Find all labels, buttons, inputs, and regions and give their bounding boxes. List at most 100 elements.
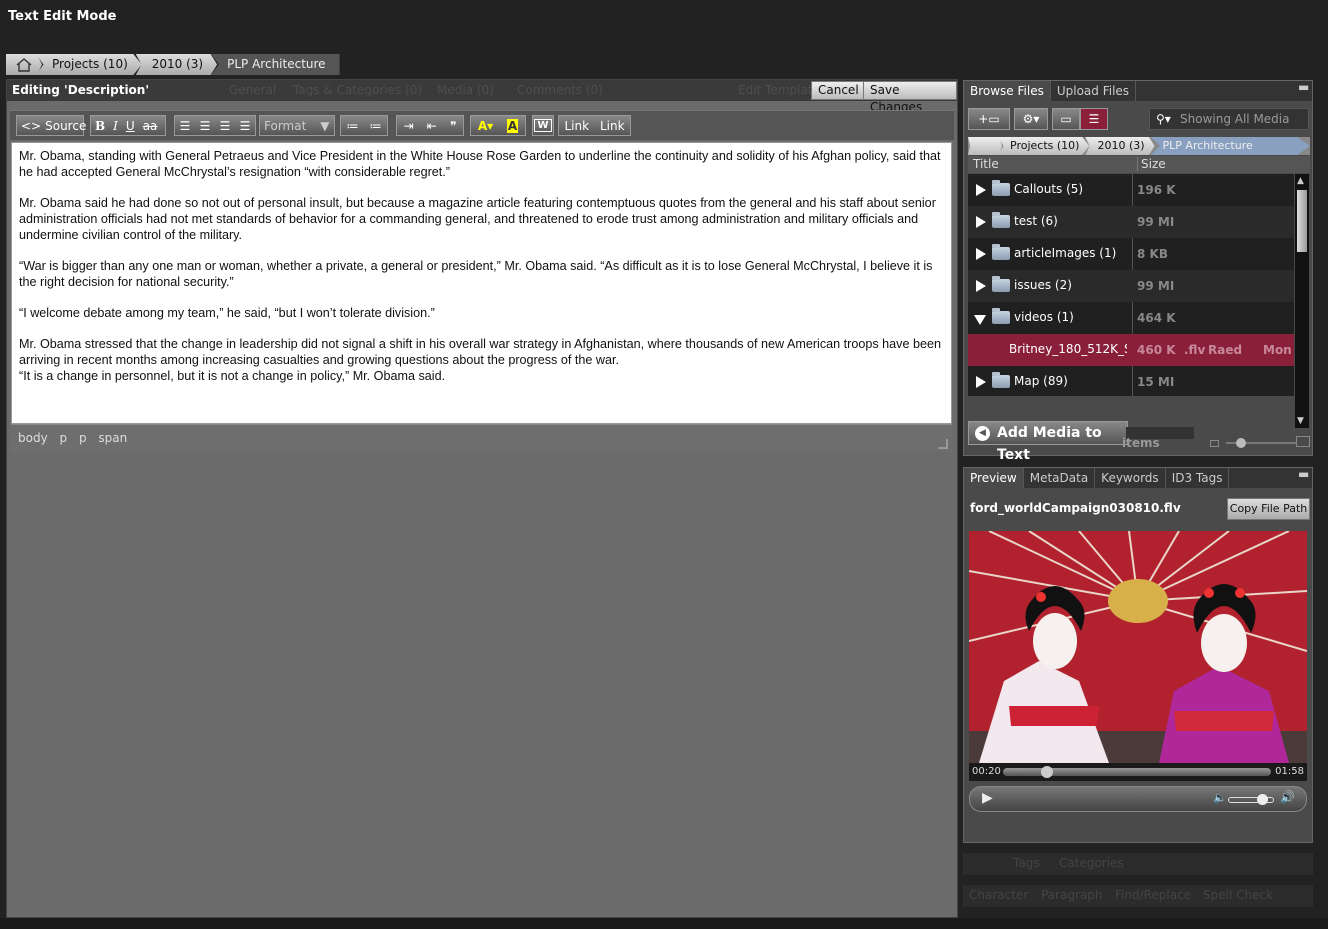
paste-from-word-icon[interactable]: W [532, 115, 554, 136]
tab-spell-check[interactable]: Spell Check [1203, 888, 1273, 902]
expand-icon[interactable] [976, 248, 986, 260]
breadcrumb-projects[interactable]: Projects (10) [36, 54, 142, 75]
tab-find-replace[interactable]: Find/Replace [1115, 888, 1191, 902]
breadcrumb-plp-architecture[interactable]: PLP Architecture [211, 54, 340, 75]
tab-tags[interactable]: Tags [1013, 856, 1040, 870]
small-thumb-icon [1210, 440, 1219, 447]
indent-icon[interactable]: ⇥ [404, 119, 414, 133]
tab-character[interactable]: Character [969, 888, 1028, 902]
app-title: Text Edit Mode [8, 9, 117, 24]
file-row-map[interactable]: Map (89) 15 MI [968, 366, 1294, 396]
expand-icon[interactable] [976, 216, 986, 228]
tab-keywords[interactable]: Keywords [1095, 468, 1166, 488]
tab-tags-categories[interactable]: Tags & Categories (0) [293, 83, 422, 97]
progress-track[interactable] [1003, 766, 1271, 778]
highlight-color-icon[interactable]: A [506, 118, 519, 133]
folder-home-icon[interactable] [968, 137, 1002, 155]
format-dropdown[interactable]: Format ▼ [259, 115, 335, 136]
tab-metadata[interactable]: MetaData [1024, 468, 1096, 488]
numbered-list-icon[interactable]: ≔ [370, 119, 382, 133]
breadcrumb-2010[interactable]: 2010 (3) [135, 54, 218, 75]
file-row-articleimages[interactable]: articleImages (1) 8 KB [968, 238, 1294, 270]
search-placeholder: Showing All Media [1180, 112, 1290, 126]
column-size[interactable]: Size [1137, 157, 1166, 171]
path-p[interactable]: p [79, 431, 87, 445]
align-justify-icon[interactable]: ☰ [240, 119, 251, 133]
tab-general[interactable]: General [229, 83, 276, 97]
italic-button[interactable]: I [109, 119, 122, 133]
resize-handle[interactable] [938, 439, 948, 449]
volume-knob[interactable] [1257, 794, 1268, 805]
file-crumb-2010[interactable]: 2010 (3) [1085, 137, 1155, 155]
file-row-videos[interactable]: videos (1) 464 K [968, 302, 1294, 334]
volume-slider[interactable] [1228, 794, 1274, 805]
source-button[interactable]: <> Source [16, 115, 86, 136]
tab-preview[interactable]: Preview [964, 468, 1024, 488]
edit-template-button[interactable]: Edit Template [738, 83, 820, 97]
link-button[interactable]: Link [564, 119, 589, 133]
tab-upload-files[interactable]: Upload Files [1051, 81, 1137, 101]
volume-high-icon[interactable]: 🔊 [1280, 790, 1295, 804]
align-center-icon[interactable]: ☰ [200, 119, 211, 133]
unlink-button[interactable]: Link [600, 119, 625, 133]
time-current: 00:20 [972, 766, 1001, 777]
blockquote-icon[interactable]: ❞ [450, 119, 456, 133]
tab-media[interactable]: Media (0) [437, 83, 494, 97]
underline-button[interactable]: U [122, 119, 139, 133]
file-crumb-plp-architecture[interactable]: PLP Architecture [1150, 137, 1310, 155]
align-left-icon[interactable]: ☰ [180, 119, 191, 133]
save-changes-button[interactable]: Save Changes [863, 81, 957, 114]
tab-categories[interactable]: Categories [1059, 856, 1124, 870]
tab-comments[interactable]: Comments (0) [517, 83, 603, 97]
align-right-icon[interactable]: ☰ [220, 119, 231, 133]
column-title[interactable]: Title [973, 157, 999, 171]
thumbnail-view-icon[interactable]: ▭ [1052, 108, 1080, 130]
minimize-icon[interactable]: ▬ [1298, 468, 1312, 488]
text-color-icon[interactable]: A▾ [478, 119, 493, 133]
expand-icon[interactable] [976, 376, 986, 388]
expand-icon[interactable] [976, 280, 986, 292]
play-icon[interactable]: ▶ [982, 790, 993, 806]
folder-icon [992, 276, 1010, 292]
minimize-icon[interactable]: ▬ [1298, 81, 1312, 101]
video-timeline: 00:20 01:58 [969, 763, 1307, 781]
file-row-issues[interactable]: issues (2) 99 MI [968, 270, 1294, 302]
expand-icon[interactable] [976, 184, 986, 196]
tab-browse-files[interactable]: Browse Files [964, 81, 1051, 101]
cancel-button[interactable]: Cancel [811, 81, 866, 100]
video-frame[interactable] [969, 531, 1307, 763]
list-view-icon[interactable]: ☰ [1080, 108, 1108, 130]
file-list-scrollbar[interactable]: ▲ ▼ [1295, 174, 1309, 428]
progress-knob[interactable] [1041, 766, 1054, 778]
editor-header: Editing 'Description' General Tags & Cat… [7, 80, 957, 114]
tab-id3-tags[interactable]: ID3 Tags [1166, 468, 1230, 488]
collapse-icon[interactable] [974, 315, 986, 325]
path-span[interactable]: span [98, 431, 127, 445]
search-input[interactable]: ⚲▾ Showing All Media [1149, 108, 1309, 130]
file-crumb-projects[interactable]: Projects (10) [998, 137, 1090, 155]
scroll-down-icon[interactable]: ▼ [1297, 416, 1304, 426]
volume-low-icon[interactable]: 🔈 [1213, 791, 1227, 804]
gear-icon[interactable]: ⚙▾ [1014, 108, 1048, 130]
path-p[interactable]: p [60, 431, 68, 445]
file-row-britney-video[interactable]: Britney_180_512K_Str 460 K .flv Raed Mon [968, 334, 1294, 366]
files-tabbar: Browse Files Upload Files ▬ [964, 81, 1312, 101]
path-body[interactable]: body [18, 431, 48, 445]
scroll-thumb[interactable] [1297, 190, 1307, 252]
tab-paragraph[interactable]: Paragraph [1041, 888, 1102, 902]
file-row-callouts[interactable]: Callouts (5) 196 K [968, 174, 1294, 206]
outdent-icon[interactable]: ⇤ [427, 119, 437, 133]
copy-file-path-button[interactable]: Copy File Path [1227, 498, 1310, 520]
file-row-test[interactable]: test (6) 99 MI [968, 206, 1294, 238]
bullet-list-icon[interactable]: ≔ [347, 119, 359, 133]
bold-button[interactable]: B [91, 119, 109, 133]
thumb-size-slider[interactable] [1226, 438, 1296, 448]
strikethrough-button[interactable]: aa [139, 119, 162, 133]
file-list-header: Title Size [968, 156, 1310, 173]
scroll-up-icon[interactable]: ▲ [1297, 176, 1304, 186]
editor-content-area[interactable]: Mr. Obama, standing with General Petraeu… [11, 142, 952, 424]
new-folder-icon[interactable]: +▭ [968, 108, 1010, 130]
format-label: Format [264, 118, 307, 133]
add-media-to-text-button[interactable]: ◀ Add Media to Text [968, 421, 1128, 463]
home-icon[interactable] [6, 54, 42, 75]
